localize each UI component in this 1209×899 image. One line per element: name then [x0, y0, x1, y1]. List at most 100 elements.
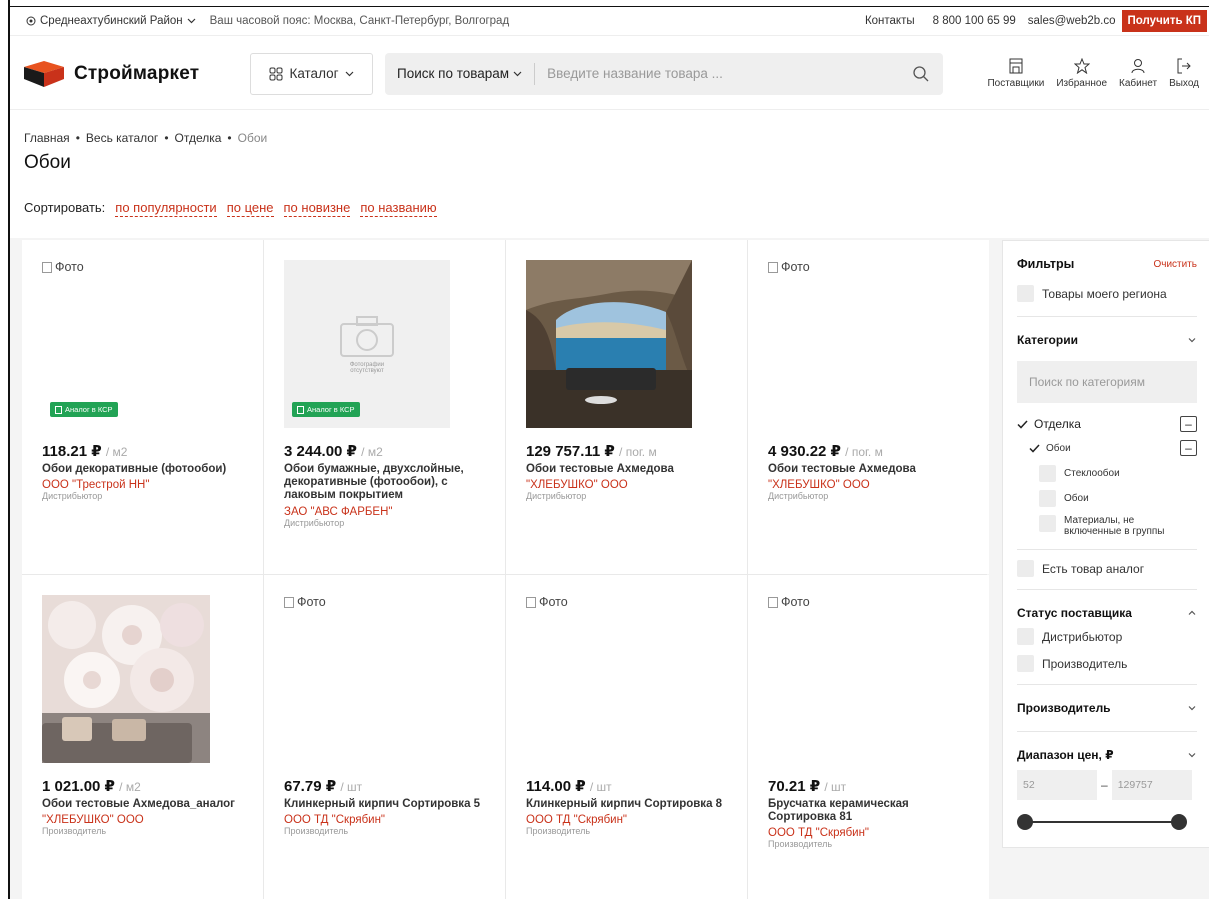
- slider-min-handle[interactable]: [1017, 814, 1033, 830]
- product-name[interactable]: Обои бумажные, двухслойные, декоративные…: [284, 463, 484, 503]
- product-name[interactable]: Брусчатка керамическая Сортировка 81: [768, 798, 968, 824]
- contacts-link[interactable]: Контакты: [865, 15, 915, 27]
- check-icon: [1029, 443, 1040, 453]
- tree-item-wallpaper-sub[interactable]: Обои: [1017, 490, 1197, 507]
- product-image[interactable]: Фотографии отсутствуют Аналог в КСР: [284, 260, 450, 428]
- price-max-input[interactable]: 129757: [1111, 770, 1192, 800]
- price-range-toggle[interactable]: Диапазон цен, ₽: [1017, 731, 1197, 762]
- product-name[interactable]: Обои декоративные (фотообои): [42, 463, 242, 476]
- product-image[interactable]: Фото: [768, 260, 934, 428]
- sort-by-popularity[interactable]: по популярности: [115, 200, 217, 217]
- product-name[interactable]: Клинкерный кирпич Сортировка 5: [284, 798, 484, 811]
- product-card[interactable]: Фото 114.00 ₽ / шт Клинкерный кирпич Сор…: [506, 575, 747, 899]
- favorites-button[interactable]: Избранное: [1056, 58, 1107, 89]
- search-icon[interactable]: [913, 65, 929, 82]
- has-analog-checkbox[interactable]: Есть товар аналог: [1017, 549, 1197, 577]
- product-image[interactable]: Фото: [284, 595, 450, 763]
- breadcrumb-home[interactable]: Главная: [24, 131, 70, 145]
- chevron-up-icon: [1188, 610, 1196, 615]
- email-link[interactable]: sales@web2b.co: [1028, 15, 1116, 27]
- product-image[interactable]: Фото: [526, 595, 692, 763]
- vendor-name[interactable]: ЗАО "АВС ФАРБЕН": [284, 506, 505, 518]
- collapse-button[interactable]: –: [1180, 440, 1197, 456]
- price-min-input[interactable]: 52: [1017, 770, 1097, 800]
- product-price: 70.21 ₽ / шт: [768, 777, 989, 795]
- price-slider[interactable]: [1017, 814, 1187, 830]
- checkbox[interactable]: [1039, 515, 1056, 532]
- grid-icon: [269, 67, 283, 80]
- catalog-button[interactable]: Каталог: [250, 52, 373, 95]
- breadcrumb-finishing[interactable]: Отделка: [175, 131, 222, 145]
- slider-max-handle[interactable]: [1171, 814, 1187, 830]
- checkbox[interactable]: [1017, 628, 1034, 645]
- product-card[interactable]: Фото Аналог в КСР 118.21 ₽ / м2 Обои дек…: [22, 240, 263, 574]
- flowers-photo: [42, 595, 210, 763]
- logout-button[interactable]: Выход: [1169, 58, 1199, 89]
- broken-image-icon: Фото: [42, 260, 208, 274]
- region-selector[interactable]: Среднеахтубинский Район: [26, 15, 196, 27]
- checkbox[interactable]: [1017, 655, 1034, 672]
- checkbox[interactable]: [1039, 465, 1056, 482]
- product-image[interactable]: Фото Аналог в КСР: [42, 260, 208, 428]
- categories-section-toggle[interactable]: Категории: [1017, 316, 1197, 347]
- product-card[interactable]: 1 021.00 ₽ / м2 Обои тестовые Ахмедова_а…: [22, 575, 263, 899]
- vendor-name[interactable]: "ХЛЕБУШКО" ООО: [526, 479, 747, 491]
- checkbox[interactable]: [1039, 490, 1056, 507]
- top-bar: Среднеахтубинский Район Ваш часовой пояс…: [10, 6, 1209, 36]
- product-image[interactable]: Фото: [768, 595, 934, 763]
- product-image[interactable]: [526, 260, 692, 428]
- breadcrumb-catalog[interactable]: Весь каталог: [86, 131, 158, 145]
- logo-icon: [24, 60, 64, 87]
- search-scope-select[interactable]: Поиск по товарам: [385, 62, 536, 85]
- phone-link[interactable]: 8 800 100 65 99: [933, 15, 1016, 27]
- timezone-text: Ваш часовой пояс: Москва, Санкт-Петербур…: [209, 15, 510, 27]
- category-search-input[interactable]: Поиск по категориям: [1017, 361, 1197, 403]
- tree-item-label: Стеклообои: [1064, 468, 1120, 479]
- search-input[interactable]: Введите название товара ...: [547, 66, 913, 81]
- my-region-checkbox[interactable]: Товары моего региона: [1017, 285, 1197, 302]
- product-card[interactable]: Фото 67.79 ₽ / шт Клинкерный кирпич Сорт…: [264, 575, 505, 899]
- logo[interactable]: Строймаркет: [22, 60, 242, 87]
- sort-by-name[interactable]: по названию: [360, 200, 437, 217]
- tree-item-glass-wallpaper[interactable]: Стеклообои: [1017, 465, 1197, 482]
- product-name[interactable]: Обои тестовые Ахмедова_аналог: [42, 798, 242, 811]
- manufacturer-checkbox[interactable]: Производитель: [1017, 655, 1197, 672]
- manufacturer-section-toggle[interactable]: Производитель: [1017, 684, 1197, 715]
- checkbox[interactable]: [1017, 560, 1034, 577]
- tree-item-finishing[interactable]: Отделка –: [1017, 415, 1197, 433]
- distributor-checkbox[interactable]: Дистрибьютор: [1017, 628, 1197, 645]
- tree-item-label: Обои: [1064, 493, 1089, 504]
- vendor-name[interactable]: ООО "Трестрой НН": [42, 479, 263, 491]
- vendor-name[interactable]: ООО ТД "Скрябин": [768, 827, 989, 839]
- get-offer-button[interactable]: Получить КП: [1121, 10, 1207, 32]
- product-card[interactable]: Фото 70.21 ₽ / шт Брусчатка керамическая…: [748, 575, 989, 899]
- product-card[interactable]: Фотографии отсутствуют Аналог в КСР 3 24…: [264, 240, 505, 574]
- product-card[interactable]: 129 757.11 ₽ / пог. м Обои тестовые Ахме…: [506, 240, 747, 574]
- sort-by-price[interactable]: по цене: [226, 200, 274, 217]
- sort-by-newness[interactable]: по новизне: [283, 200, 351, 217]
- filters-title: Фильтры: [1017, 257, 1075, 271]
- product-name[interactable]: Обои тестовые Ахмедова: [768, 463, 968, 476]
- tree-item-wallpaper[interactable]: Обои –: [1017, 439, 1197, 457]
- broken-image-icon: Фото: [284, 595, 450, 609]
- clear-filters-link[interactable]: Очистить: [1153, 259, 1197, 270]
- product-image[interactable]: [42, 595, 210, 763]
- supplier-status-toggle[interactable]: Статус поставщика: [1017, 589, 1197, 620]
- suppliers-button[interactable]: Поставщики: [987, 58, 1044, 89]
- vendor-name[interactable]: "ХЛЕБУШКО" ООО: [42, 814, 263, 826]
- price-unit: / м2: [119, 780, 141, 794]
- vendor-name[interactable]: ООО ТД "Скрябин": [526, 814, 747, 826]
- product-card[interactable]: Фото 4 930.22 ₽ / пог. м Обои тестовые А…: [748, 240, 989, 574]
- price-value: 129 757.11 ₽: [526, 443, 615, 460]
- account-button[interactable]: Кабинет: [1119, 58, 1157, 89]
- collapse-button[interactable]: –: [1180, 416, 1197, 432]
- price-unit: / шт: [340, 780, 363, 794]
- tree-item-label: Обои: [1046, 442, 1071, 454]
- checkbox[interactable]: [1017, 285, 1034, 302]
- vendor-name[interactable]: "ХЛЕБУШКО" ООО: [768, 479, 989, 491]
- product-name[interactable]: Обои тестовые Ахмедова: [526, 463, 726, 476]
- tree-item-other-materials[interactable]: Материалы, не включенные в группы: [1017, 515, 1197, 537]
- vendor-name[interactable]: ООО ТД "Скрябин": [284, 814, 505, 826]
- breadcrumb-separator: •: [164, 131, 169, 145]
- product-name[interactable]: Клинкерный кирпич Сортировка 8: [526, 798, 726, 811]
